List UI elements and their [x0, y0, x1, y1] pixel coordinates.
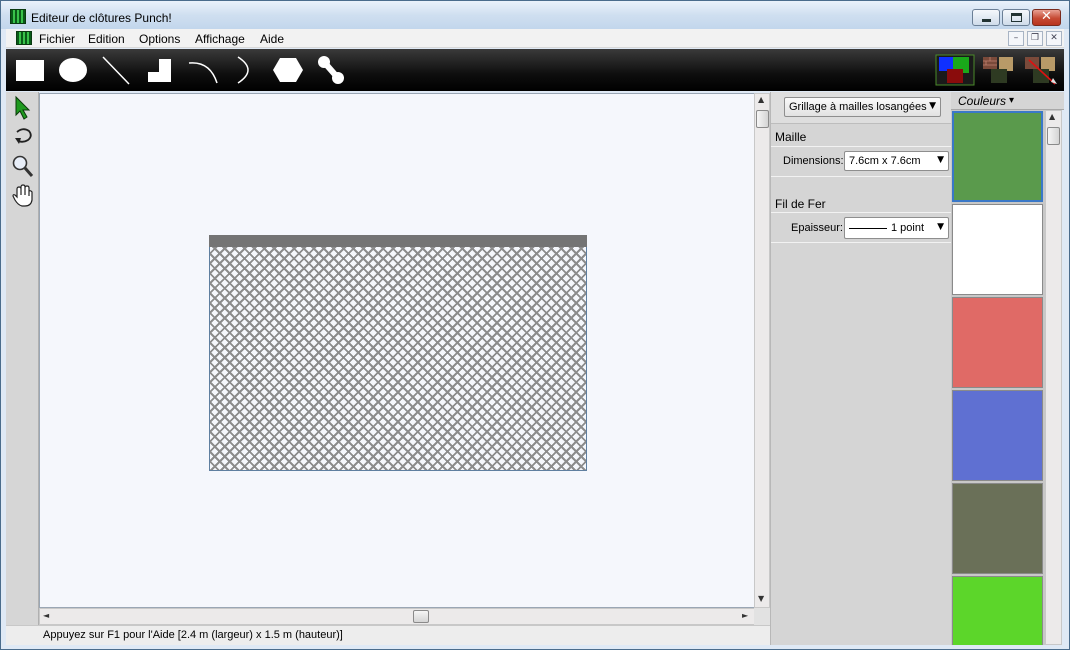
zoom-tool[interactable] [11, 153, 35, 179]
line-sample-icon [849, 228, 887, 229]
color-swatch[interactable] [952, 297, 1043, 388]
mdi-minimize-button[interactable]: – [1008, 31, 1024, 46]
line-icon [102, 56, 130, 85]
maximize-icon [1011, 13, 1022, 22]
scroll-right-arrow-icon[interactable]: ► [742, 611, 748, 620]
menu-aide[interactable]: Aide [260, 32, 284, 46]
ellipse-icon [59, 58, 87, 82]
arc-tool[interactable] [186, 53, 220, 87]
maximize-button[interactable] [1002, 9, 1030, 26]
application-window: Editeur de clôtures Punch! ✕ Fichier Edi… [0, 0, 1070, 650]
colors-tool[interactable] [935, 52, 975, 88]
divider [771, 146, 952, 147]
chevron-down-icon: ▾ [1009, 95, 1015, 106]
dimensions-label: Dimensions: [783, 155, 844, 167]
hexagon-tool[interactable] [271, 53, 305, 87]
scroll-up-arrow-icon[interactable]: ▲ [1049, 112, 1055, 121]
select-tool[interactable] [11, 95, 35, 121]
color-swatch[interactable] [952, 111, 1043, 202]
remove-texture-icon [1025, 57, 1057, 85]
hand-pan-icon [12, 184, 33, 207]
properties-panel: Grillage à mailles losangées ▼ Maille Di… [770, 92, 952, 645]
document-icon[interactable] [16, 31, 32, 45]
fence-app-icon[interactable] [10, 9, 26, 24]
close-button[interactable]: ✕ [1032, 9, 1061, 26]
bone-icon [318, 56, 344, 84]
window-title: Editeur de clôtures Punch! [31, 11, 172, 25]
thickness-dropdown[interactable]: 1 point ▼ [844, 217, 949, 239]
horizontal-scroll-thumb[interactable] [413, 610, 429, 623]
rectangle-icon [16, 60, 44, 81]
divider [771, 212, 952, 213]
scroll-down-arrow-icon[interactable]: ▼ [758, 594, 764, 603]
color-palette [951, 110, 1045, 645]
navigation-toolbar [6, 92, 39, 627]
divider [771, 176, 952, 177]
menu-edition[interactable]: Edition [88, 32, 125, 46]
vertical-scroll-thumb[interactable] [756, 110, 769, 128]
fence-top-rail[interactable] [209, 235, 587, 247]
line-tool[interactable] [99, 53, 133, 87]
mdi-close-button[interactable]: ✕ [1046, 31, 1062, 46]
color-swatch[interactable] [952, 204, 1043, 295]
shape-toolbar [6, 49, 1064, 91]
thickness-label: Epaisseur: [791, 222, 843, 234]
dimensions-value: 7.6cm x 7.6cm [849, 155, 921, 167]
arc-icon [188, 62, 218, 84]
divider [771, 242, 952, 243]
hexagon-icon [273, 58, 303, 82]
menu-affichage[interactable]: Affichage [195, 32, 245, 46]
dimensions-dropdown[interactable]: 7.6cm x 7.6cm ▼ [844, 151, 949, 171]
palette-scroll-thumb[interactable] [1047, 127, 1060, 145]
menu-fichier[interactable]: Fichier [39, 32, 75, 46]
zoom-icon [12, 155, 34, 177]
wire-section-title: Fil de Fer [775, 197, 826, 211]
remove-texture-tool[interactable] [1021, 52, 1061, 88]
minimize-button[interactable] [972, 9, 1000, 26]
chevron-down-icon: ▼ [937, 222, 944, 232]
canvas-vertical-scrollbar[interactable]: ▲ ▼ [754, 93, 770, 608]
rotate-icon [15, 128, 32, 144]
color-swatch[interactable] [952, 390, 1043, 481]
colors-label: Couleurs [958, 94, 1007, 108]
thickness-value: 1 point [891, 222, 925, 234]
fence-type-value: Grillage à mailles losangées [789, 101, 927, 113]
menu-options[interactable]: Options [139, 32, 180, 46]
scroll-up-arrow-icon[interactable]: ▲ [758, 95, 764, 104]
status-text: Appuyez sur F1 pour l'Aide [2.4 m (large… [43, 629, 343, 641]
canvas-horizontal-scrollbar[interactable]: ◄ ► [39, 608, 755, 625]
fence-type-dropdown[interactable]: Grillage à mailles losangées ▼ [784, 97, 941, 117]
palette-scrollbar[interactable]: ▲ [1045, 110, 1062, 645]
chain-link-fence-panel[interactable] [209, 247, 587, 471]
corner-icon [148, 59, 171, 82]
bone-tool[interactable] [314, 53, 348, 87]
pan-tool[interactable] [11, 183, 35, 209]
mesh-section-title: Maille [775, 130, 807, 144]
chevron-down-icon: ▼ [937, 155, 944, 165]
half-arc-icon [237, 56, 249, 84]
half-arc-tool[interactable] [228, 53, 262, 87]
textures-tool[interactable] [979, 52, 1019, 88]
fence-type-section: Grillage à mailles losangées ▼ [771, 92, 952, 124]
drawing-canvas[interactable] [39, 93, 755, 608]
color-squares-icon [935, 54, 975, 86]
close-icon: ✕ [1041, 9, 1052, 24]
colors-header[interactable]: Couleurs ▾ [951, 92, 1064, 110]
texture-squares-icon [983, 57, 1013, 83]
menu-bar: Fichier Edition Options Affichage Aide –… [6, 29, 1064, 48]
chevron-down-icon: ▼ [929, 101, 936, 111]
title-bar[interactable]: Editeur de clôtures Punch! ✕ [1, 1, 1069, 29]
corner-tool[interactable] [143, 53, 177, 87]
rotate-tool[interactable] [11, 124, 35, 150]
mdi-restore-button[interactable]: ❐ [1027, 31, 1043, 46]
rectangle-tool[interactable] [13, 53, 47, 87]
scroll-left-arrow-icon[interactable]: ◄ [43, 611, 49, 620]
ellipse-tool[interactable] [56, 53, 90, 87]
minimize-icon [982, 19, 991, 22]
select-arrow-icon [15, 95, 31, 120]
color-swatch[interactable] [952, 576, 1043, 645]
scrollbar-corner [754, 608, 770, 625]
color-swatch[interactable] [952, 483, 1043, 574]
